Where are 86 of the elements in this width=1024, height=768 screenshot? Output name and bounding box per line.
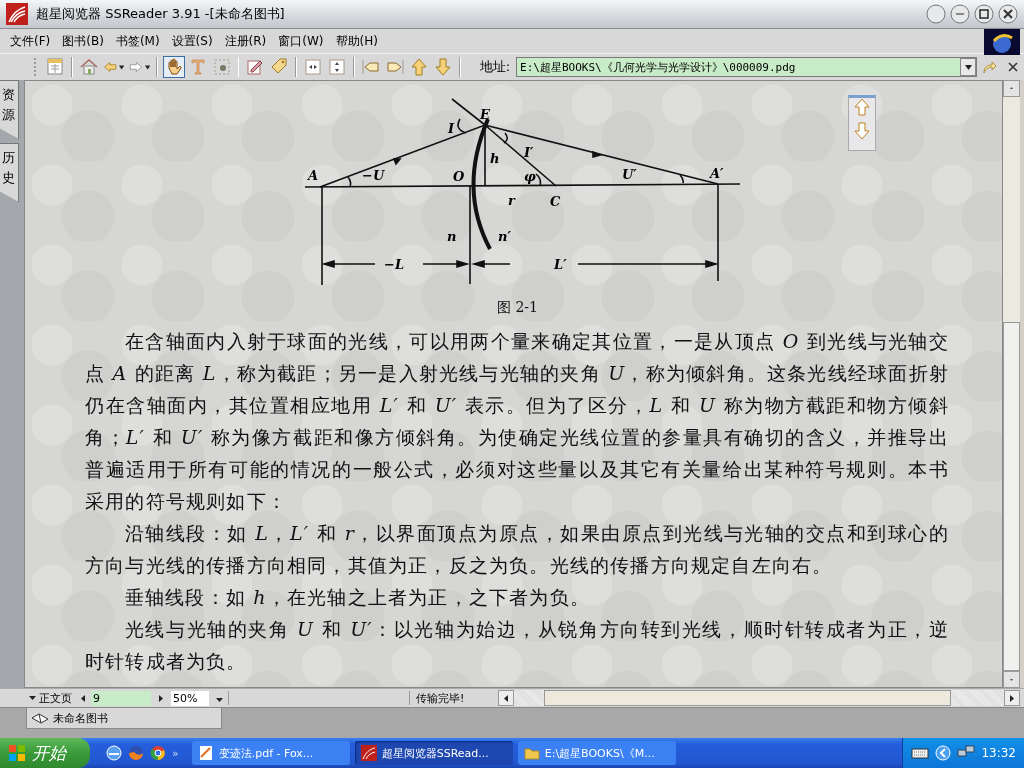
up-arrow-icon	[408, 57, 429, 77]
scrollbar-thumb[interactable]	[544, 690, 951, 706]
menu-item[interactable]: 窗口(W)	[272, 30, 330, 52]
region-select-icon	[211, 57, 232, 77]
caret-right-icon	[1010, 694, 1014, 702]
scrollbar-thumb[interactable]	[1003, 321, 1020, 672]
page-number-field[interactable]: 9	[91, 690, 151, 706]
diagram-label: I′	[524, 145, 534, 160]
body-paragraph: 沿轴线段：如 L，L′ 和 r，以界面顶点为原点，如果由原点到光线与光轴的交点和到球心的方向与光线的传播方向相同，其值为正，反之为负。光线的传播方向规定自左向右。	[85, 521, 949, 578]
page-type-dropdown[interactable]: 正文页	[26, 690, 75, 706]
dropdown-caret-icon	[119, 64, 125, 70]
caret-down-icon	[216, 697, 223, 702]
dropdown-caret-icon	[144, 64, 150, 70]
dropdown-caret-icon	[964, 64, 972, 70]
diagram-label: O	[453, 169, 465, 184]
pointing-left-hand-icon	[360, 57, 381, 77]
diagram-label: E	[480, 107, 490, 122]
windows-flag-icon	[8, 744, 26, 762]
side-tab[interactable]: 资源	[0, 80, 19, 139]
zoom-field[interactable]: 50%	[171, 690, 209, 706]
dropdown-button[interactable]	[960, 58, 977, 76]
hand-tool-button[interactable]	[162, 56, 185, 78]
taskbar-button[interactable]: E:\超星BOOKS\《M...	[517, 741, 676, 765]
chevron-left-icon	[935, 745, 952, 761]
pointing-right-hand-icon	[384, 57, 405, 77]
caret-left-icon	[81, 694, 85, 702]
menu-item[interactable]: 图书(B)	[56, 30, 110, 52]
diagram-label: n	[447, 229, 457, 244]
more-button[interactable]: »	[172, 746, 179, 760]
document-tab[interactable]: 未命名图书	[26, 708, 222, 729]
show-hidden-icons-button[interactable]	[935, 745, 952, 761]
start-button[interactable]: 开始	[0, 738, 90, 768]
side-tab[interactable]: 历史	[0, 143, 19, 202]
window-title: 超星阅览器 SSReader 3.91 -[未命名图书]	[36, 5, 286, 23]
pdf-document-icon	[197, 745, 214, 761]
taskbar-button[interactable]: 变迹法.pdf - Fox...	[191, 741, 350, 765]
maximize-button[interactable]	[974, 4, 994, 24]
scroll-left-button[interactable]	[498, 690, 514, 706]
curved-arrow-icon	[981, 59, 998, 75]
caret-down-icon	[29, 696, 36, 700]
menu-item[interactable]: 书签(M)	[109, 30, 166, 52]
taskbar-button[interactable]: 超星阅览器SSRead...	[354, 741, 513, 765]
diagram-label: C	[550, 194, 561, 209]
diagram-label: A′	[710, 166, 724, 181]
address-label: 地址:	[479, 58, 511, 76]
diagram-label: h	[490, 151, 500, 166]
close-button[interactable]	[998, 4, 1018, 24]
app-logo-icon	[360, 745, 377, 761]
scroll-up-button[interactable]	[1003, 80, 1020, 97]
keyboard-icon	[911, 747, 930, 759]
fit-height-icon	[327, 57, 348, 77]
fit-width-icon	[303, 57, 324, 77]
figure-caption: 图 2-1	[497, 299, 538, 317]
home-icon	[79, 57, 100, 77]
globe-logo-icon	[984, 29, 1020, 55]
minimize-button[interactable]	[950, 4, 970, 24]
diagram-label: I	[448, 121, 455, 136]
menu-item[interactable]: 文件(F)	[4, 30, 57, 52]
diagram-label: r	[508, 193, 515, 208]
open-book-icon	[31, 712, 49, 724]
diagram-label: −L	[384, 257, 405, 272]
up-arrow-icon	[854, 98, 870, 116]
scroll-right-button[interactable]	[1004, 690, 1020, 706]
folder-icon	[523, 745, 540, 761]
diagram-label: A	[308, 168, 319, 183]
menu-item[interactable]: 帮助(H)	[329, 30, 384, 52]
clock: 13:32	[981, 746, 1016, 760]
caret-right-icon	[159, 694, 163, 702]
caret-left-icon	[504, 694, 508, 702]
diagram-label: U′	[622, 167, 637, 182]
page-up-button[interactable]	[854, 98, 870, 119]
body-paragraph: 垂轴线段：如 h，在光轴之上者为正，之下者为负。	[123, 585, 591, 610]
close-icon	[1007, 61, 1020, 73]
diagram-label: n′	[498, 229, 511, 244]
body-paragraph: 光线与光轴的夹角 U 和 U′：以光轴为始边，从锐角方向转到光线，顺时针转成者为正，逆时针转成者为负。	[85, 617, 949, 674]
down-arrow-icon	[854, 122, 870, 140]
app-logo-icon	[6, 3, 28, 25]
down-arrow-icon	[432, 57, 453, 77]
sidebar-panel-icon	[45, 57, 66, 77]
menu-item[interactable]: 注册(R)	[218, 30, 273, 52]
status-message: 传输完毕!	[415, 690, 466, 706]
menu-item[interactable]: 设置(S)	[165, 30, 219, 52]
diagram-label: L′	[554, 257, 567, 272]
address-field[interactable]: E:\超星BOOKS\《几何光学与光学设计》\000009.pdg	[516, 57, 978, 77]
diagram-label: −U	[362, 168, 385, 183]
diagram-label: φ	[524, 169, 536, 184]
